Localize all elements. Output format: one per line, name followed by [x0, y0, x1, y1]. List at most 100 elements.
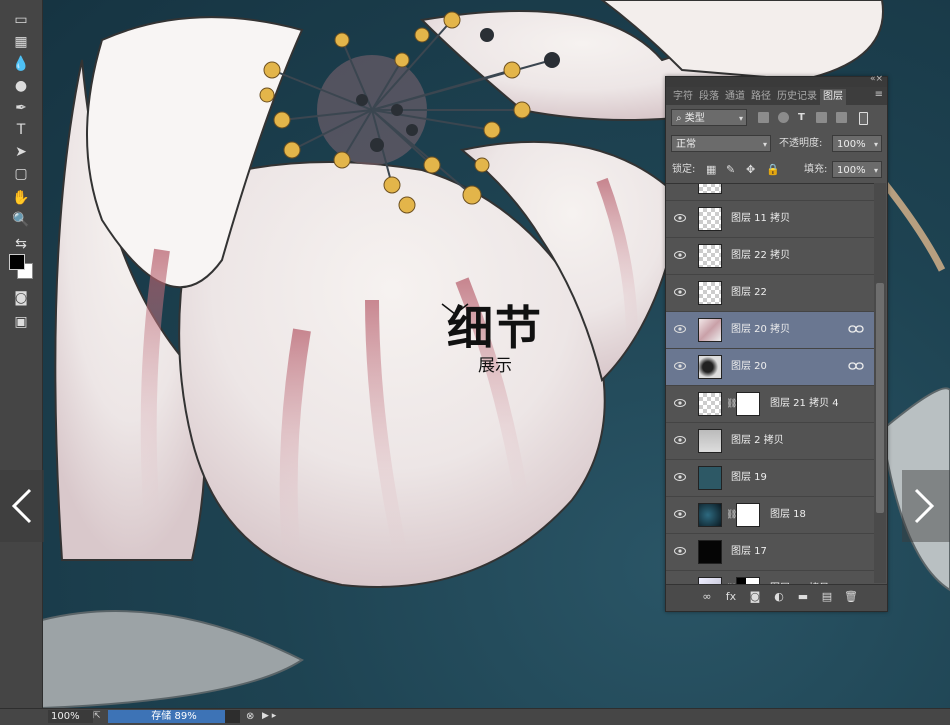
- layer-thumbnail: [698, 429, 722, 453]
- visibility-eye-icon[interactable]: [674, 435, 686, 445]
- lock-all-icon[interactable]: 🔒: [766, 161, 780, 178]
- lock-label: 锁定:: [672, 164, 696, 175]
- visibility-eye-icon[interactable]: [674, 324, 686, 334]
- delete-layer-icon[interactable]: 🗑: [844, 590, 858, 603]
- tab-4[interactable]: 路径: [748, 89, 774, 105]
- layer-thumbnail: [698, 466, 722, 490]
- layer-thumbnail: [698, 244, 722, 268]
- visibility-eye-icon[interactable]: [674, 509, 686, 519]
- adjustment-layer-icon[interactable]: ◐: [772, 590, 786, 603]
- filter-kind-select[interactable]: ⌕ 类型 ▾: [671, 109, 747, 126]
- caption-subtitle: 展示: [478, 356, 512, 376]
- stem-right: [879, 177, 946, 272]
- rectangle-tool-icon[interactable]: ▢: [9, 164, 33, 184]
- opacity-field[interactable]: 100% ▾: [832, 135, 882, 152]
- new-layer-icon[interactable]: ▤: [820, 590, 834, 603]
- status-bar: 100% ⇱ 存储 89% ⊗ ▶ ▸: [0, 708, 950, 725]
- layer-mask-thumbnail[interactable]: [736, 392, 760, 416]
- marquee-tool-icon[interactable]: ▭: [9, 10, 33, 30]
- layer-row[interactable]: ⛓ 图层 21 拷贝 4: [666, 386, 874, 423]
- type-tool-icon[interactable]: T: [9, 120, 33, 140]
- lock-position-icon[interactable]: ✥: [746, 161, 755, 178]
- visibility-eye-icon[interactable]: [674, 250, 686, 260]
- layer-name: 图层 22 拷贝: [731, 250, 791, 261]
- quick-mask-icon[interactable]: ◙: [9, 288, 33, 308]
- detail-caption: 细节 展示: [440, 300, 550, 376]
- layer-row[interactable]: 图层 2 拷贝: [666, 423, 874, 460]
- visibility-eye-icon[interactable]: [674, 398, 686, 408]
- prev-arrow-button[interactable]: [0, 470, 44, 542]
- tab-6[interactable]: 图层: [820, 89, 846, 105]
- chevron-down-icon: [441, 303, 469, 315]
- next-arrow-button[interactable]: [902, 470, 950, 542]
- zoom-tool-icon[interactable]: 🔍: [9, 210, 33, 230]
- export-icon[interactable]: ⇱: [93, 710, 105, 722]
- lock-image-icon[interactable]: ✎: [726, 161, 735, 178]
- play-icon[interactable]: ▶ ▸: [262, 710, 276, 723]
- hand-tool-icon[interactable]: ✋: [9, 188, 33, 208]
- layers-panel: «× 字符 段落 通道 路径 历史记录 图层 ≡ ⌕ 类型 ▾ T 正常 ▾ 不透明度: 10…: [665, 74, 888, 612]
- filter-smart-object-icon[interactable]: [836, 112, 847, 123]
- filter-type-icon[interactable]: T: [798, 109, 805, 126]
- tab-1[interactable]: 字符: [670, 89, 696, 105]
- tab-2[interactable]: 段落: [696, 89, 722, 105]
- collapse-panel-icon[interactable]: «×: [870, 74, 883, 84]
- link-layers-icon[interactable]: ∞: [700, 590, 714, 603]
- layer-partial: [666, 184, 874, 201]
- layer-row[interactable]: ⛓ 图层 18: [666, 497, 874, 534]
- layers-scrollbar[interactable]: [874, 183, 886, 583]
- new-group-icon[interactable]: ▬: [796, 590, 810, 603]
- filter-kind-value: 类型: [684, 113, 705, 124]
- layer-mask-thumbnail[interactable]: [736, 577, 760, 584]
- foreground-color-swatch[interactable]: [9, 254, 25, 270]
- visibility-eye-icon[interactable]: [674, 546, 686, 556]
- gradient-tool-icon[interactable]: ▦: [9, 32, 33, 52]
- path-selection-tool-icon[interactable]: ➤: [9, 142, 33, 162]
- layer-thumbnail: [698, 355, 722, 379]
- linked-layer-icon: [848, 325, 864, 333]
- layer-row[interactable]: 图层 20: [666, 349, 874, 386]
- layer-mask-thumbnail[interactable]: [736, 503, 760, 527]
- layer-row[interactable]: 图层 20 拷贝: [666, 312, 874, 349]
- layer-name: 图层 17: [731, 546, 767, 557]
- layer-row[interactable]: 图层 22: [666, 275, 874, 312]
- blur-tool-icon[interactable]: 💧: [9, 54, 33, 74]
- tool-bar: ▭ ▦ 💧 ● ✒ T ➤ ▢ ✋ 🔍 ⇆ ◙ ▣: [0, 0, 43, 708]
- visibility-eye-icon[interactable]: [674, 213, 686, 223]
- layer-name: 图层 20: [731, 361, 767, 372]
- layer-row[interactable]: ⛓图层 15 拷贝: [666, 571, 874, 584]
- panel-menu-icon[interactable]: ≡: [875, 89, 883, 100]
- save-progress-bar: 存储 89%: [108, 710, 240, 723]
- chevron-left-icon: [11, 488, 32, 524]
- lock-transparent-icon[interactable]: ▦: [706, 161, 716, 178]
- visibility-eye-icon[interactable]: [674, 472, 686, 482]
- visibility-eye-icon[interactable]: [674, 361, 686, 371]
- screen-mode-icon[interactable]: ▣: [9, 312, 33, 332]
- panel-title-bar[interactable]: «×: [666, 74, 887, 87]
- filter-adjustment-icon[interactable]: [778, 112, 789, 123]
- fill-field[interactable]: 100% ▾: [832, 161, 882, 178]
- tab-5[interactable]: 历史记录: [774, 89, 820, 105]
- layer-thumbnail: [698, 392, 722, 416]
- pen-tool-icon[interactable]: ✒: [9, 98, 33, 118]
- layer-row[interactable]: 图层 19: [666, 460, 874, 497]
- tab-3[interactable]: 通道: [722, 89, 748, 105]
- scroll-thumb[interactable]: [876, 283, 884, 513]
- swap-colors-icon[interactable]: ⇆: [9, 234, 33, 254]
- filter-toggle-icon[interactable]: [859, 112, 868, 125]
- cancel-icon[interactable]: ⊗: [246, 710, 254, 723]
- visibility-eye-icon[interactable]: [674, 287, 686, 297]
- blend-mode-select[interactable]: 正常 ▾: [671, 135, 771, 152]
- layer-thumbnail: [698, 503, 722, 527]
- filter-shape-icon[interactable]: [816, 112, 827, 123]
- dodge-tool-icon[interactable]: ●: [9, 76, 33, 96]
- layer-row[interactable]: 图层 11 拷贝: [666, 201, 874, 238]
- layer-thumbnail: [698, 184, 722, 194]
- filter-pixel-icon[interactable]: [758, 112, 769, 123]
- progress-label: 存储 89%: [151, 711, 197, 722]
- add-mask-icon[interactable]: ◙: [748, 590, 762, 603]
- zoom-field[interactable]: 100%: [48, 710, 93, 723]
- layer-row[interactable]: 图层 17: [666, 534, 874, 571]
- fx-icon[interactable]: fx: [724, 590, 738, 603]
- layer-row[interactable]: 图层 22 拷贝: [666, 238, 874, 275]
